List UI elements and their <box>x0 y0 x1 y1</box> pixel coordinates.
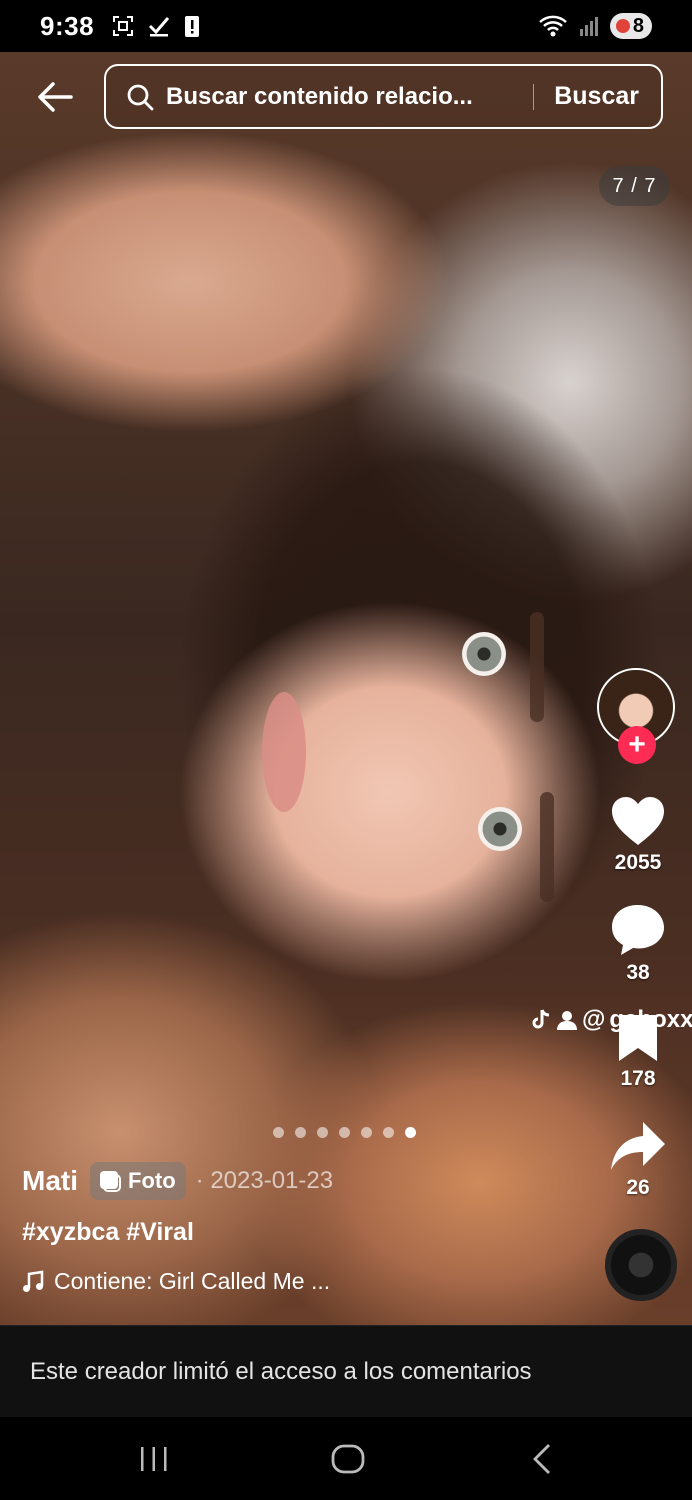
photo-detail <box>530 612 544 722</box>
navigation-bar <box>0 1417 692 1500</box>
carousel-dot <box>317 1127 328 1138</box>
status-time: 9:38 <box>40 10 95 41</box>
carousel-dot <box>361 1127 372 1138</box>
share-count: 26 <box>626 1176 650 1199</box>
music-title: Contiene: Girl Called Me ... <box>54 1268 331 1294</box>
like-button[interactable]: 2055 <box>600 795 676 875</box>
comment-button[interactable]: 38 <box>600 903 676 985</box>
carousel-dot <box>295 1127 306 1138</box>
back-nav-button[interactable] <box>512 1439 572 1479</box>
search-input[interactable] <box>166 82 524 111</box>
screenshot-icon <box>113 16 134 36</box>
search-button[interactable]: Buscar <box>554 82 639 111</box>
author-name[interactable]: Mati <box>22 1165 78 1197</box>
recent-apps-icon <box>141 1447 167 1471</box>
arrow-left-icon <box>38 82 73 112</box>
alert-icon <box>185 16 200 37</box>
photo-type-badge: Foto <box>90 1162 186 1200</box>
status-icons-left <box>112 14 200 38</box>
home-button[interactable] <box>318 1439 378 1479</box>
search-divider <box>533 83 535 110</box>
music-row[interactable]: Contiene: Girl Called Me ... <box>22 1268 330 1295</box>
carousel-dot <box>273 1127 284 1138</box>
battery-charge-icon <box>615 19 630 33</box>
check-icon <box>148 17 170 37</box>
photo-icon <box>100 1171 121 1192</box>
recent-apps-button[interactable] <box>124 1439 184 1479</box>
carousel-dots <box>273 1127 416 1138</box>
tiktok-icon <box>532 1009 550 1029</box>
signal-icon <box>579 17 598 36</box>
photo-detail <box>262 692 306 812</box>
heart-icon <box>612 797 664 845</box>
photo-detail <box>540 792 554 902</box>
save-button[interactable]: 178 <box>600 1013 676 1091</box>
status-icons-right: 8 <box>538 13 652 39</box>
person-icon <box>557 1011 577 1030</box>
post-date: · 2023-01-23 <box>195 1167 334 1194</box>
save-count: 178 <box>620 1067 656 1090</box>
battery-level: 8 <box>632 14 644 37</box>
search-icon <box>127 84 154 110</box>
type-badge-label: Foto <box>128 1168 176 1193</box>
hashtags[interactable]: #xyzbca #Viral <box>22 1218 194 1247</box>
carousel-dot <box>383 1127 394 1138</box>
share-icon <box>611 1122 665 1170</box>
carousel-dot <box>339 1127 350 1138</box>
back-button[interactable] <box>34 76 76 118</box>
status-bar: 9:38 8 <box>0 0 692 52</box>
author-row: Mati Foto · 2023-01-23 <box>22 1162 333 1200</box>
home-icon <box>331 1444 365 1474</box>
search-box[interactable]: Buscar <box>104 64 663 129</box>
creator-avatar[interactable]: + <box>597 668 677 764</box>
page-counter: 7 / 7 <box>599 166 670 206</box>
comments-notice: Este creador limitó el acceso a los come… <box>0 1325 692 1417</box>
photo-detail <box>462 632 506 676</box>
music-note-icon <box>23 1270 44 1292</box>
comment-icon <box>612 905 664 955</box>
photo-detail <box>478 807 522 851</box>
wifi-icon <box>539 15 567 37</box>
battery-icon: 8 <box>609 13 652 39</box>
bookmark-icon <box>619 1015 657 1061</box>
carousel-dot-active <box>405 1127 416 1138</box>
comment-count: 38 <box>626 961 650 984</box>
follow-button[interactable]: + <box>618 726 656 764</box>
back-chevron-icon <box>533 1444 550 1474</box>
share-button[interactable]: 26 <box>600 1120 676 1200</box>
music-disc[interactable] <box>605 1229 677 1301</box>
like-count: 2055 <box>614 851 662 874</box>
